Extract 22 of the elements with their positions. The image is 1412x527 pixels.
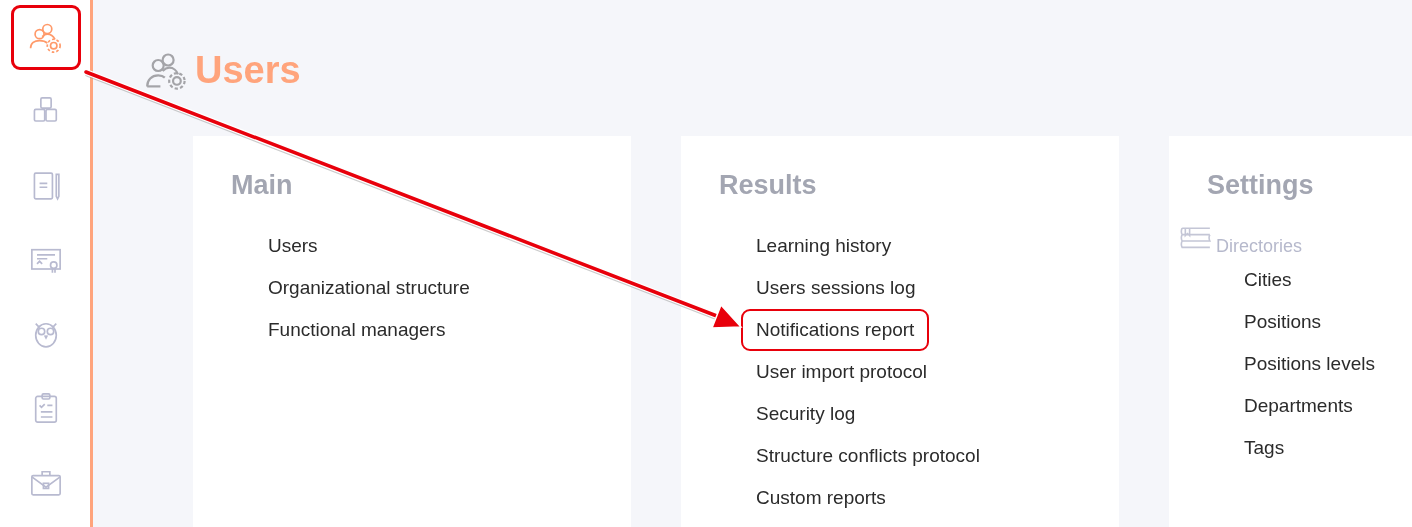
menu-link[interactable]: Organizational structure (253, 267, 485, 309)
page-title: Users (195, 49, 301, 92)
users-gear-icon (145, 50, 189, 91)
menu-link[interactable]: User import protocol (741, 351, 943, 393)
menu-link[interactable]: Tags (1229, 427, 1300, 469)
menu-link[interactable]: Custom reports (741, 477, 901, 519)
section-heading: Settings (1207, 170, 1314, 201)
menu-link[interactable]: Functional managers (253, 309, 461, 351)
menu-link[interactable]: Security log (741, 393, 871, 435)
sidebar-item[interactable] (11, 5, 81, 70)
group-label: Directories (1216, 236, 1303, 257)
menu-link[interactable]: Users sessions log (741, 267, 931, 309)
menu-link[interactable]: Notifications report (741, 309, 930, 351)
menu-link[interactable]: Cities (1229, 259, 1307, 301)
section-heading: Results (719, 170, 817, 201)
menu-link[interactable]: Users (253, 225, 333, 267)
menu-link[interactable]: Positions levels (1229, 343, 1390, 385)
menu-link[interactable]: Positions (1229, 301, 1337, 343)
section-heading: Main (231, 170, 293, 201)
menu-link[interactable]: Structure conflicts protocol (741, 435, 995, 477)
menu-link[interactable]: Learning history (741, 225, 907, 267)
menu-link[interactable]: Departments (1229, 385, 1368, 427)
